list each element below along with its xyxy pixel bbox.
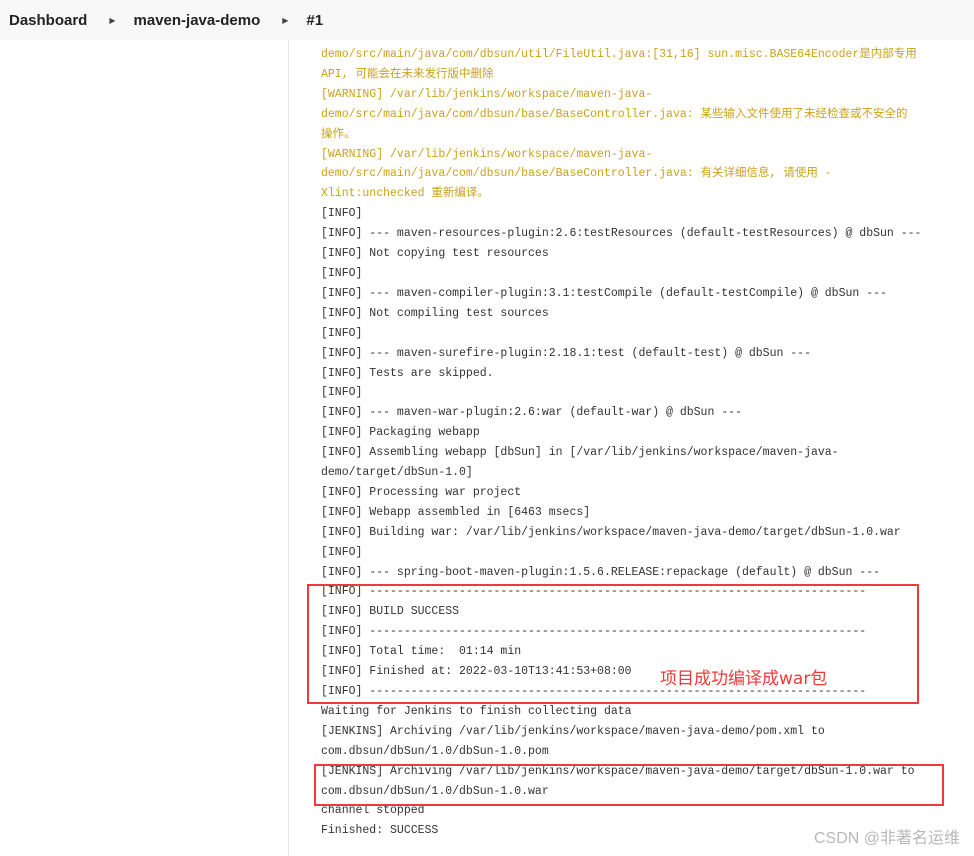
chevron-right-icon[interactable]: ▶	[282, 16, 288, 25]
breadcrumb-build[interactable]: #1	[306, 12, 323, 29]
console-line: [INFO] --- maven-resources-plugin:2.6:te…	[321, 227, 922, 241]
console-line: [INFO] Processing war project	[321, 485, 522, 499]
console-line: [INFO] Webapp assembled in [6463 msecs]	[321, 505, 591, 519]
console-line: Xlint:unchecked 重新编译。	[321, 187, 489, 201]
console-line: [INFO]	[321, 326, 363, 340]
annotation-text: 项目成功编译成war包	[660, 669, 828, 689]
console-line: [INFO] --- maven-compiler-plugin:3.1:tes…	[321, 286, 887, 300]
console-line: demo/src/main/java/com/dbsun/util/FileUt…	[321, 48, 917, 61]
console-line: [WARNING] /var/lib/jenkins/workspace/mav…	[321, 147, 653, 161]
chevron-right-icon[interactable]: ▶	[109, 16, 115, 25]
breadcrumb-job[interactable]: maven-java-demo	[134, 12, 261, 29]
breadcrumb-bar: Dashboard ▶ maven-java-demo ▶ #1	[0, 0, 974, 40]
console-line: [INFO] Tests are skipped.	[321, 366, 494, 380]
console-line: [INFO] --- spring-boot-maven-plugin:1.5.…	[321, 565, 880, 579]
console-line: [INFO]	[321, 207, 363, 221]
highlight-box-war-archive	[314, 764, 944, 806]
console-line: [INFO] Packaging webapp	[321, 426, 480, 440]
console-line: [JENKINS] Archiving /var/lib/jenkins/wor…	[321, 724, 825, 738]
console-line: [INFO] --- maven-surefire-plugin:2.18.1:…	[321, 346, 811, 360]
console-line: demo/src/main/java/com/dbsun/base/BaseCo…	[321, 167, 832, 181]
console-line: API, 可能会在未来发行版中删除	[321, 67, 494, 81]
console-line: 操作。	[321, 127, 356, 141]
console-line: demo/target/dbSun-1.0]	[321, 466, 473, 480]
console-line: [INFO] Not compiling test sources	[321, 306, 549, 320]
console-line: Waiting for Jenkins to finish collecting…	[321, 704, 632, 718]
console-line: [INFO]	[321, 386, 363, 400]
breadcrumb-dashboard[interactable]: Dashboard	[9, 12, 87, 29]
console-line: [INFO]	[321, 545, 363, 559]
console-line: demo/src/main/java/com/dbsun/base/BaseCo…	[321, 107, 908, 121]
console-line: [INFO] Not copying test resources	[321, 247, 549, 261]
watermark: CSDN @非著名运维	[813, 830, 960, 847]
console-output: demo/src/main/java/com/dbsun/util/FileUt…	[321, 45, 921, 841]
console-line: [WARNING] /var/lib/jenkins/workspace/mav…	[321, 87, 653, 101]
console-line: [INFO]	[321, 266, 363, 280]
console-line: com.dbsun/dbSun/1.0/dbSun-1.0.pom	[321, 744, 549, 758]
console-line: [INFO] Assembling webapp [dbSun] in [/va…	[321, 446, 839, 460]
sidebar	[0, 40, 289, 856]
console-line: [INFO] Building war: /var/lib/jenkins/wo…	[321, 525, 901, 539]
console-line: [INFO] --- maven-war-plugin:2.6:war (def…	[321, 406, 742, 420]
